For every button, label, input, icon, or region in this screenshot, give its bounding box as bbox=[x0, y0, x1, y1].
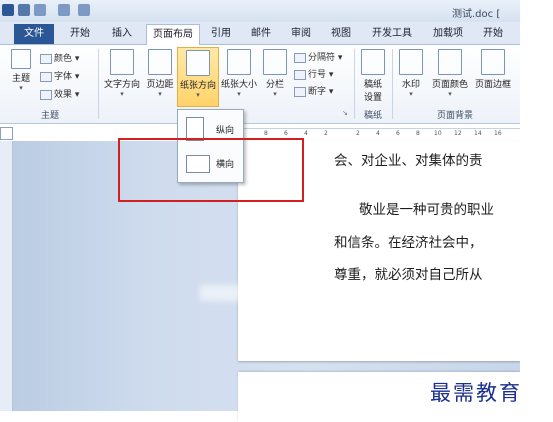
theme-colors-button[interactable]: 颜色 ▾ bbox=[40, 51, 79, 64]
margin-area bbox=[520, 0, 553, 421]
chevron-down-icon: ▾ bbox=[409, 90, 413, 98]
document-title: 测试.doc [ bbox=[452, 9, 501, 20]
document-text-line: 尊重，就必须对自己所从 bbox=[334, 267, 483, 283]
colors-icon bbox=[40, 53, 52, 64]
manuscript-settings-button[interactable]: 稿纸 设置 bbox=[358, 49, 388, 103]
word-app-icon[interactable] bbox=[2, 4, 14, 16]
document-text-line: 敬业是一种可贵的职业 bbox=[359, 202, 494, 218]
ribbon-tab-bar: 文件 开始 插入 页面布局 引用 邮件 审阅 视图 开发工具 加载项 开始 bbox=[0, 22, 520, 45]
chevron-down-icon: ▾ bbox=[237, 90, 241, 98]
vertical-ruler[interactable] bbox=[0, 141, 13, 411]
tab-page-layout[interactable]: 页面布局 bbox=[146, 24, 200, 45]
themes-icon bbox=[11, 49, 31, 69]
tab-mailings[interactable]: 邮件 bbox=[248, 26, 274, 42]
print-preview-icon[interactable] bbox=[78, 4, 90, 16]
group-label-manuscript: 稿纸 bbox=[363, 111, 382, 121]
title-bar: 测试.doc [ bbox=[0, 0, 520, 23]
page-color-button[interactable]: 页面颜色 ▾ bbox=[430, 49, 470, 98]
watermark-text: 最需教育 bbox=[430, 381, 522, 405]
chevron-down-icon: ▾ bbox=[120, 90, 124, 98]
watermark-button[interactable]: 水印 ▾ bbox=[396, 49, 426, 98]
breaks-icon bbox=[294, 52, 306, 63]
page-borders-button[interactable]: 页面边框 bbox=[473, 49, 513, 90]
group-divider bbox=[98, 49, 99, 119]
fonts-icon bbox=[40, 71, 52, 82]
watermark-icon bbox=[399, 49, 423, 75]
columns-button[interactable]: 分栏 ▾ bbox=[262, 49, 288, 98]
effects-icon bbox=[40, 89, 52, 100]
group-divider bbox=[354, 49, 355, 119]
hyphenation-icon bbox=[294, 86, 306, 97]
tab-references[interactable]: 引用 bbox=[208, 26, 234, 42]
chevron-down-icon: ▾ bbox=[273, 90, 277, 98]
text-direction-icon bbox=[110, 49, 134, 75]
orientation-icon bbox=[186, 50, 210, 76]
chevron-down-icon: ▾ bbox=[448, 90, 452, 98]
group-label-theme: 主题 bbox=[40, 111, 59, 121]
theme-fonts-button[interactable]: 字体 ▾ bbox=[40, 69, 79, 82]
line-numbers-icon bbox=[294, 69, 306, 80]
chevron-down-icon: ▾ bbox=[158, 90, 162, 98]
undo-icon[interactable] bbox=[34, 4, 46, 16]
manuscript-icon bbox=[361, 49, 385, 75]
document-text-line: 会、对企业、对集体的责 bbox=[334, 153, 483, 169]
page-borders-icon bbox=[481, 49, 505, 75]
tab-home[interactable]: 开始 bbox=[66, 26, 94, 42]
tab-review[interactable]: 审阅 bbox=[288, 26, 314, 42]
redo-icon[interactable] bbox=[58, 4, 70, 16]
themes-button[interactable]: 主题 ▾ bbox=[4, 49, 38, 92]
columns-icon bbox=[263, 49, 287, 75]
orientation-button[interactable]: 纸张方向 ▾ bbox=[177, 47, 219, 107]
hyphenation-button[interactable]: 断字 ▾ bbox=[294, 84, 333, 97]
blurred-region bbox=[200, 285, 380, 301]
paper-size-icon bbox=[227, 49, 251, 75]
document-text-line: 和信条。在经济社会中， bbox=[334, 235, 483, 251]
group-divider bbox=[392, 49, 393, 119]
tab-insert[interactable]: 插入 bbox=[108, 26, 136, 42]
margins-icon bbox=[148, 49, 172, 75]
size-button[interactable]: 纸张大小 ▾ bbox=[219, 49, 259, 98]
margins-button[interactable]: 页边距 ▾ bbox=[145, 49, 175, 98]
ruler-tab-selector[interactable] bbox=[0, 127, 13, 140]
tab-view[interactable]: 视图 bbox=[328, 26, 354, 42]
dialog-launcher-icon[interactable]: ↘ bbox=[342, 109, 348, 117]
tab-file[interactable]: 文件 bbox=[14, 24, 54, 44]
theme-effects-button[interactable]: 效果 ▾ bbox=[40, 87, 79, 100]
breaks-button[interactable]: 分隔符 ▾ bbox=[294, 50, 342, 63]
highlight-box bbox=[118, 138, 304, 202]
tab-start[interactable]: 开始 bbox=[480, 26, 506, 42]
page-color-icon bbox=[438, 49, 462, 75]
ribbon: 主题 ▾ 颜色 ▾ 字体 ▾ 效果 ▾ 主题 文字方向 ▾ 页边距 ▾ 纸张方向… bbox=[0, 45, 520, 124]
chevron-down-icon: ▾ bbox=[19, 84, 23, 92]
group-label-page-background: 页面背景 bbox=[436, 111, 473, 121]
tab-add-ins[interactable]: 加载项 bbox=[428, 26, 468, 42]
chevron-down-icon: ▾ bbox=[196, 91, 200, 99]
line-numbers-button[interactable]: 行号 ▾ bbox=[294, 67, 333, 80]
tab-developer[interactable]: 开发工具 bbox=[368, 26, 416, 42]
text-direction-button[interactable]: 文字方向 ▾ bbox=[102, 49, 142, 98]
save-icon[interactable] bbox=[18, 4, 30, 16]
